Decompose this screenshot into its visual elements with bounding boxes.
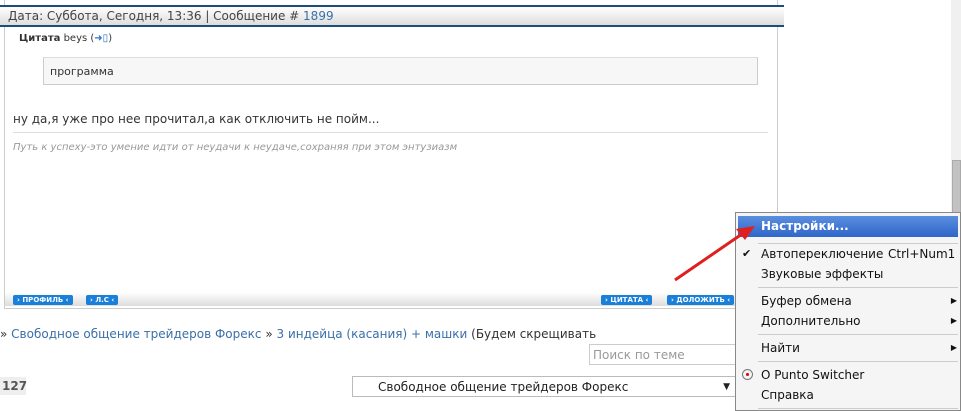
red-arrow-annotation: [674, 226, 755, 282]
